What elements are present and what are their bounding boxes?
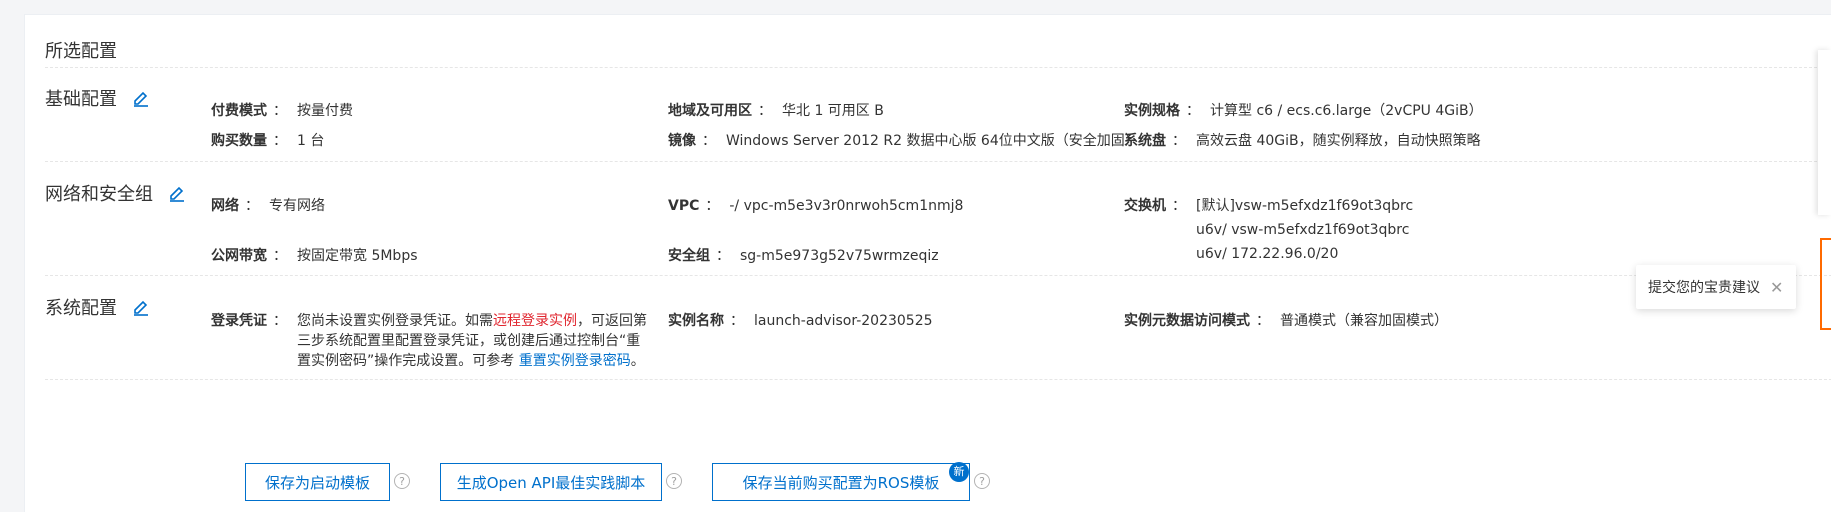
edit-icon[interactable] <box>131 297 151 317</box>
login-credential-field: 登录凭证 ： 您尚未设置实例登录凭证。如需远程登录实例，可返回第三步系统配置里配置… <box>211 309 651 371</box>
save-launch-template-button[interactable]: 保存为启动模板 <box>245 463 390 501</box>
sep: ： <box>716 248 730 264</box>
region-value: 华北 1 可用区 B <box>782 103 884 119</box>
login-text: 您尚未设置实例登录凭证。如需远程登录实例，可返回第三步系统配置里配置登录凭证，或… <box>297 309 651 371</box>
metadata-field: 实例元数据访问模式 ： 普通模式（兼容加固模式） <box>1124 309 1448 333</box>
section-system: 系统配置 <box>45 294 151 320</box>
sep: ： <box>245 198 259 214</box>
quantity-field: 购买数量 ： 1 台 <box>211 129 324 153</box>
divider <box>45 379 1831 380</box>
instance-type-label: 实例规格 <box>1124 103 1180 119</box>
side-panel <box>1818 50 1831 215</box>
section-basic-title: 基础配置 <box>45 89 117 110</box>
reset-password-link[interactable]: 重置实例登录密码 <box>519 353 631 369</box>
feedback-tooltip[interactable]: 提交您的宝贵建议 ✕ <box>1636 265 1796 309</box>
quantity-value: 1 台 <box>297 133 325 149</box>
divider <box>45 67 1831 68</box>
instance-name-label: 实例名称 <box>668 313 724 329</box>
sep: ： <box>1172 198 1186 214</box>
instance-type-field: 实例规格 ： 计算型 c6 / ecs.c6.large（2vCPU 4GiB） <box>1124 99 1483 123</box>
login-text-3: 。 <box>630 353 645 369</box>
help-icon[interactable]: ? <box>394 473 410 489</box>
feedback-text: 提交您的宝贵建议 <box>1648 280 1760 296</box>
help-icon[interactable]: ? <box>974 473 990 489</box>
image-field: 镜像 ： Windows Server 2012 R2 数据中心版 64位中文版（安… <box>668 129 1139 153</box>
network-type-field: 网络 ： 专有网络 <box>211 194 325 218</box>
sep: ： <box>730 313 744 329</box>
security-group-field: 安全组 ： sg-m5e973g52v75wrmzeqiz <box>668 244 939 268</box>
close-icon[interactable]: ✕ <box>1770 278 1783 297</box>
edit-icon[interactable] <box>167 183 187 203</box>
edit-icon[interactable] <box>131 88 151 108</box>
sep: ： <box>273 248 287 264</box>
remote-login-link[interactable]: 远程登录实例 <box>493 313 577 329</box>
system-disk-field: 系统盘 ： 高效云盘 40GiB，随实例释放，自动快照策略 <box>1124 129 1481 153</box>
page-title: 所选配置 <box>45 41 117 62</box>
vswitch-label: 交换机 <box>1124 198 1166 214</box>
instance-name-value: launch-advisor-20230525 <box>754 313 933 329</box>
vpc-label: VPC <box>668 198 700 214</box>
bandwidth-field: 公网带宽 ： 按固定带宽 5Mbps <box>211 244 418 268</box>
image-label: 镜像 <box>668 133 696 149</box>
sep: ： <box>1172 133 1186 149</box>
sep: ： <box>758 103 772 119</box>
vpc-field: VPC ： -/ vpc-m5e3v3r0nrwoh5cm1nmj8 <box>668 194 963 218</box>
section-network-title: 网络和安全组 <box>45 184 153 205</box>
bandwidth-label: 公网带宽 <box>211 248 267 264</box>
section-network: 网络和安全组 <box>45 180 187 206</box>
instance-type-value: 计算型 c6 / ecs.c6.large（2vCPU 4GiB） <box>1210 103 1483 119</box>
sep: ： <box>702 133 716 149</box>
instance-name-field: 实例名称 ： launch-advisor-20230525 <box>668 309 933 333</box>
new-badge: 新 <box>949 462 969 482</box>
bandwidth-value: 按固定带宽 5Mbps <box>297 248 418 264</box>
sep: ： <box>273 313 287 329</box>
vswitch-field: 交换机 ： [默认]vsw-m5efxdz1f69ot3qbrcu6v/ vsw-m… <box>1124 194 1414 266</box>
help-icon[interactable]: ? <box>666 473 682 489</box>
generate-openapi-script-button[interactable]: 生成Open API最佳实践脚本 <box>440 463 662 501</box>
divider <box>45 161 1831 162</box>
vswitch-value: [默认]vsw-m5efxdz1f69ot3qbrcu6v/ vsw-m5efx… <box>1196 198 1414 262</box>
quantity-label: 购买数量 <box>211 133 267 149</box>
divider <box>45 275 1831 276</box>
vpc-value: -/ vpc-m5e3v3r0nrwoh5cm1nmj8 <box>729 198 964 214</box>
security-group-label: 安全组 <box>668 248 710 264</box>
system-disk-label: 系统盘 <box>1124 133 1166 149</box>
security-group-value: sg-m5e973g52v75wrmzeqiz <box>740 248 939 264</box>
network-type-label: 网络 <box>211 198 239 214</box>
billing-field: 付费模式 ： 按量付费 <box>211 99 353 123</box>
billing-label: 付费模式 <box>211 103 267 119</box>
region-field: 地域及可用区 ： 华北 1 可用区 B <box>668 99 884 123</box>
sep: ： <box>273 133 287 149</box>
metadata-value: 普通模式（兼容加固模式） <box>1280 313 1448 329</box>
region-label: 地域及可用区 <box>668 103 752 119</box>
feedback-tab-edge[interactable] <box>1820 238 1831 330</box>
save-ros-template-button[interactable]: 保存当前购买配置为ROS模板 <box>712 463 970 501</box>
network-type-value: 专有网络 <box>269 198 325 214</box>
system-disk-value: 高效云盘 40GiB，随实例释放，自动快照策略 <box>1196 133 1481 149</box>
section-system-title: 系统配置 <box>45 298 117 319</box>
billing-value: 按量付费 <box>297 103 353 119</box>
login-text-1: 您尚未设置实例登录凭证。如需 <box>297 313 493 329</box>
section-basic: 基础配置 <box>45 85 151 111</box>
selected-config-card: 所选配置 基础配置 付费模式 ： 按量付费 地域及可用区 ： 华北 1 可用区 B 实例… <box>24 14 1831 512</box>
sep: ： <box>1256 313 1270 329</box>
login-label: 登录凭证 <box>211 313 267 329</box>
sep: ： <box>1186 103 1200 119</box>
image-value: Windows Server 2012 R2 数据中心版 64位中文版（安全加固… <box>726 133 1139 149</box>
sep: ： <box>705 198 720 214</box>
metadata-label: 实例元数据访问模式 <box>1124 313 1250 329</box>
sep: ： <box>273 103 287 119</box>
